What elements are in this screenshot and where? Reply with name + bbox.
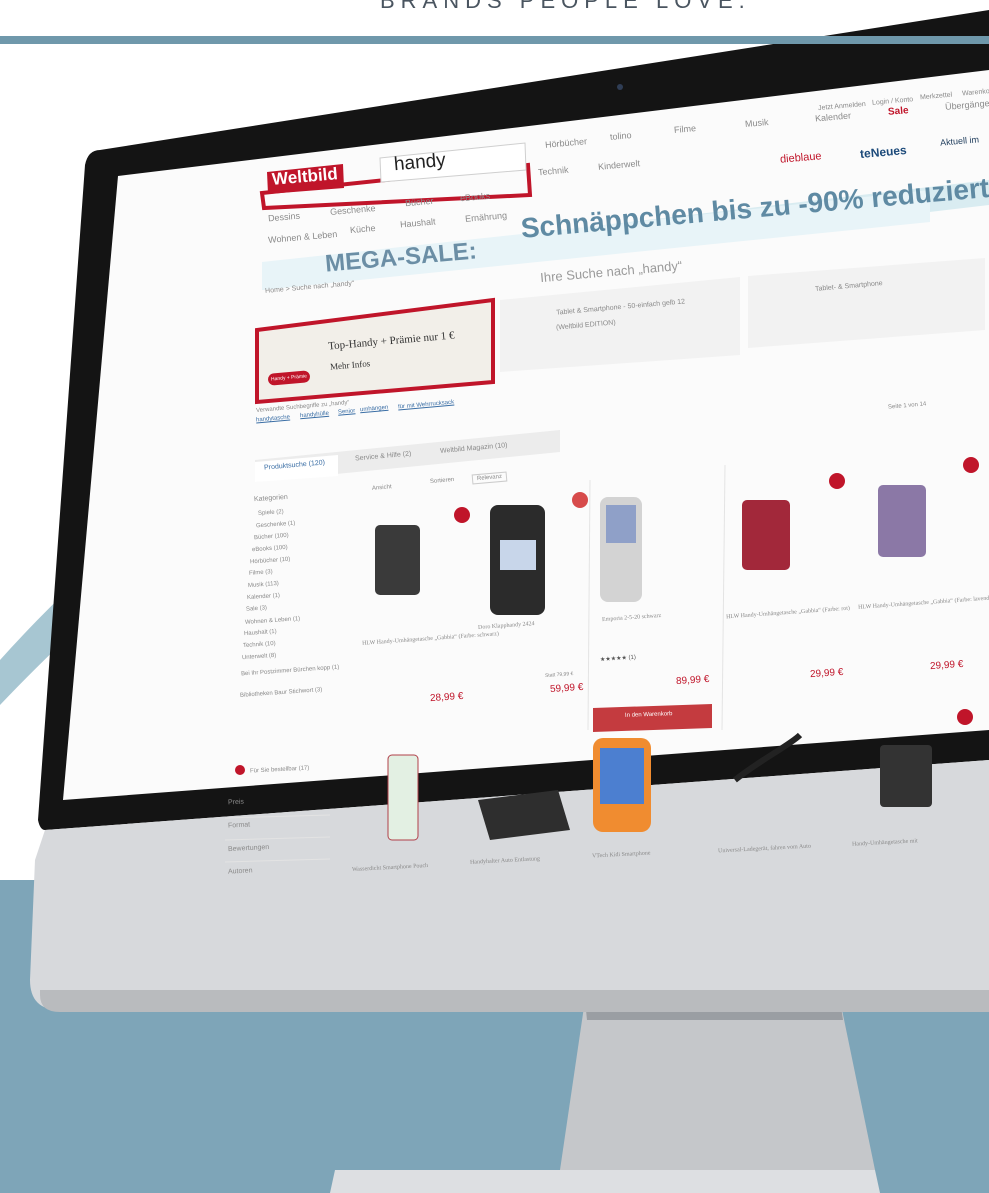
product-price: 29,99 € — [929, 658, 964, 673]
filter-format[interactable]: Format — [228, 821, 251, 829]
product-price: 28,99 € — [429, 690, 464, 705]
search-input[interactable]: handy — [393, 150, 447, 176]
nav-item-filme[interactable]: Filme — [674, 123, 697, 135]
product-price: 89,99 € — [675, 673, 710, 688]
nav-item-sale[interactable]: Sale — [888, 105, 909, 118]
tagline: BRANDS PEOPLE LOVE. — [380, 0, 751, 13]
monitor-scene — [0, 10, 989, 1193]
filter-price[interactable]: Preis — [228, 799, 244, 807]
nav-item-musik[interactable]: Musik — [745, 117, 769, 129]
product-price: 59,99 € — [549, 681, 584, 696]
filter-authors[interactable]: Autoren — [228, 867, 253, 875]
nav-item-tolino[interactable]: tolino — [610, 130, 632, 142]
product-price: 29,99 € — [809, 666, 844, 681]
top-band — [0, 36, 989, 44]
